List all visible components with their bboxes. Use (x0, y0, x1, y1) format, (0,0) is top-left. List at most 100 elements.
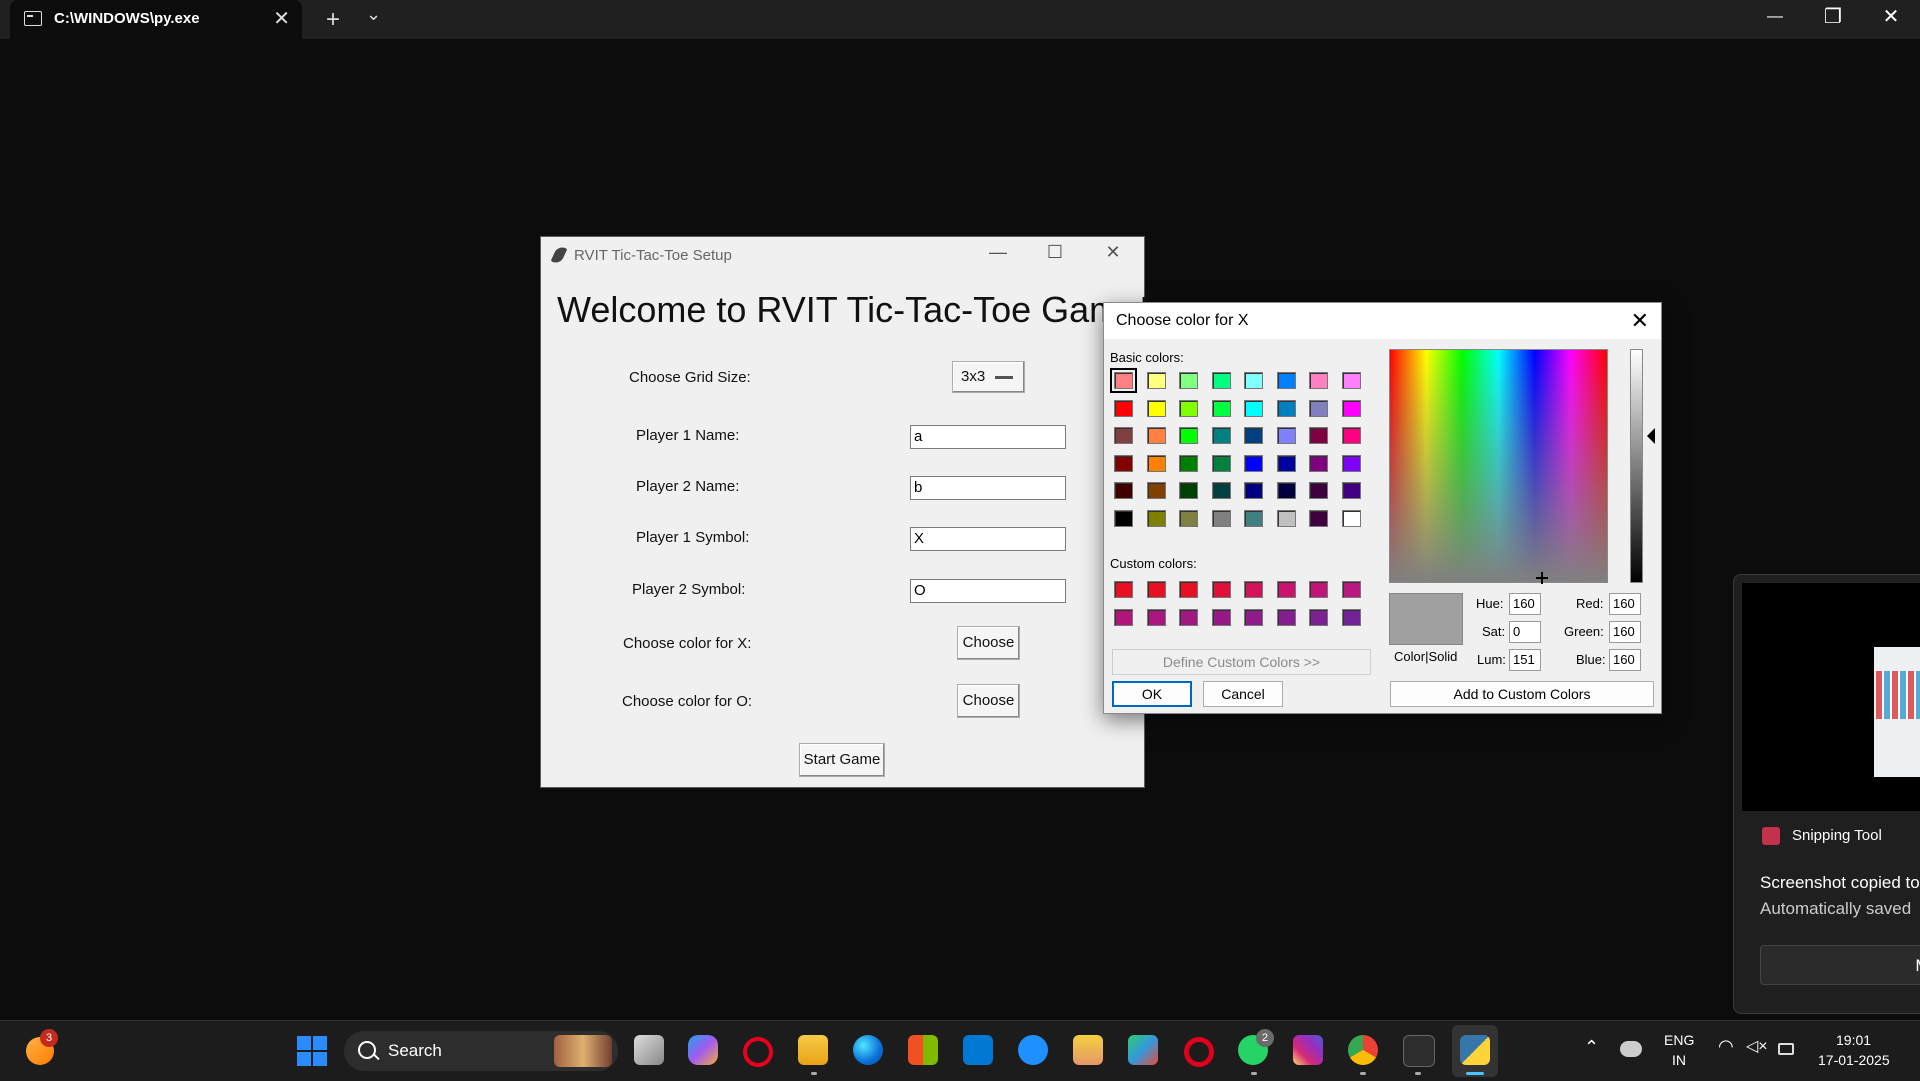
start-game-button[interactable]: Start Game (799, 743, 885, 777)
color-swatch[interactable] (1244, 482, 1263, 499)
color-swatch[interactable] (1309, 427, 1328, 444)
speaker-muted-icon[interactable]: ◁× (1746, 1036, 1768, 1056)
snipping-notification[interactable]: Snipping Tool Screenshot copied to Autom… (1733, 574, 1920, 1014)
color-swatch[interactable] (1244, 509, 1263, 527)
hp-support-icon[interactable] (963, 1035, 993, 1065)
wifi-icon[interactable]: ◠ (1718, 1036, 1734, 1057)
red-input[interactable]: 160 (1609, 593, 1641, 615)
color-swatch[interactable] (1341, 399, 1361, 417)
green-input[interactable]: 160 (1609, 621, 1641, 643)
lum-input[interactable]: 151 (1509, 649, 1541, 671)
color-swatch[interactable] (1179, 372, 1198, 389)
setup-minimize-button[interactable]: — (978, 242, 1018, 263)
color-swatch[interactable] (1276, 581, 1296, 598)
color-swatch[interactable] (1341, 581, 1361, 598)
player2-name-input[interactable]: b (910, 476, 1066, 500)
color-dialog-close-icon[interactable]: ✕ (1631, 308, 1649, 334)
color-swatch[interactable] (1211, 372, 1231, 389)
copilot-icon[interactable] (688, 1035, 718, 1065)
color-swatch[interactable] (1211, 509, 1231, 527)
color-swatch[interactable] (1309, 581, 1328, 598)
color-swatch[interactable] (1146, 454, 1166, 472)
color-swatch[interactable] (1276, 399, 1296, 417)
color-swatch[interactable] (1114, 399, 1133, 417)
color-swatch[interactable] (1276, 482, 1296, 499)
color-swatch[interactable] (1146, 399, 1166, 417)
opera-gx-icon[interactable] (743, 1037, 773, 1067)
color-swatch[interactable] (1276, 454, 1296, 472)
new-tab-button[interactable]: + (326, 6, 340, 34)
color-swatch[interactable] (1244, 454, 1263, 472)
color-swatch[interactable] (1211, 454, 1231, 472)
terminal-minimize-button[interactable]: — (1752, 8, 1798, 26)
setup-maximize-button[interactable]: ☐ (1035, 242, 1075, 263)
color-swatch[interactable] (1341, 454, 1361, 472)
color-swatch[interactable] (1244, 581, 1263, 598)
color-swatch[interactable] (1179, 482, 1198, 499)
color-swatch[interactable] (1309, 372, 1328, 389)
edge-icon[interactable] (853, 1035, 883, 1065)
color-swatch[interactable] (1211, 482, 1231, 499)
mail-icon[interactable] (1073, 1035, 1103, 1065)
language-line1[interactable]: ENG (1664, 1032, 1694, 1048)
instagram-icon[interactable] (1293, 1035, 1323, 1065)
store-icon[interactable] (908, 1035, 938, 1065)
color-swatch[interactable] (1341, 509, 1361, 527)
color-swatch[interactable] (1146, 509, 1166, 527)
color-swatch[interactable] (1146, 372, 1166, 389)
color-swatch[interactable] (1309, 509, 1328, 527)
color-swatch[interactable] (1276, 427, 1296, 444)
terminal-tab[interactable]: C:\WINDOWS\py.exe ✕ (10, 0, 302, 39)
player1-symbol-input[interactable]: X (910, 527, 1066, 551)
color-swatch[interactable] (1179, 581, 1198, 598)
terminal-app-icon[interactable] (1403, 1035, 1435, 1067)
clock-date[interactable]: 17-01-2025 (1818, 1052, 1890, 1068)
color-swatch[interactable] (1179, 608, 1198, 626)
color-swatch[interactable] (1146, 427, 1166, 444)
color-swatch[interactable] (1341, 482, 1361, 499)
color-swatch[interactable] (1146, 482, 1166, 499)
color-swatch[interactable] (1179, 509, 1198, 527)
luminosity-bar[interactable] (1630, 349, 1643, 583)
opera-icon[interactable] (1184, 1037, 1214, 1067)
color-swatch[interactable] (1179, 399, 1198, 417)
color-swatch[interactable] (1114, 608, 1133, 626)
luminosity-arrow-icon[interactable] (1647, 428, 1655, 444)
grid-size-menu[interactable]: 3x3 (952, 361, 1025, 393)
cancel-button[interactable]: Cancel (1203, 681, 1283, 707)
color-swatch[interactable] (1211, 399, 1231, 417)
define-custom-colors-button[interactable]: Define Custom Colors >> (1112, 649, 1371, 675)
color-swatch[interactable] (1309, 482, 1328, 499)
color-swatch[interactable] (1244, 399, 1263, 417)
start-icon[interactable] (297, 1036, 327, 1066)
python-icon[interactable] (1460, 1035, 1490, 1065)
color-swatch[interactable] (1114, 454, 1133, 472)
color-swatch[interactable] (1211, 427, 1231, 444)
color-swatch[interactable] (1179, 427, 1198, 444)
chrome-icon[interactable] (1348, 1035, 1378, 1065)
notification-action-button[interactable]: Ma (1760, 945, 1920, 985)
choose-color-o-button[interactable]: Choose (957, 684, 1020, 718)
color-swatch[interactable] (1114, 427, 1133, 444)
m365-icon[interactable] (1128, 1035, 1158, 1065)
language-line2[interactable]: IN (1672, 1052, 1686, 1068)
setup-close-button[interactable]: ✕ (1093, 242, 1133, 263)
battery-icon[interactable] (1778, 1043, 1794, 1055)
color-swatch[interactable] (1309, 454, 1328, 472)
color-swatch[interactable] (1276, 509, 1296, 527)
tab-close-icon[interactable]: ✕ (273, 6, 290, 31)
terminal-close-button[interactable]: ✕ (1868, 4, 1914, 29)
color-swatch[interactable] (1110, 368, 1137, 393)
color-swatch[interactable] (1276, 608, 1296, 626)
player1-name-input[interactable]: a (910, 425, 1066, 449)
onedrive-icon[interactable] (1620, 1041, 1642, 1057)
color-swatch[interactable] (1244, 427, 1263, 444)
color-swatch[interactable] (1211, 608, 1231, 626)
ok-button[interactable]: OK (1112, 681, 1192, 707)
color-swatch[interactable] (1114, 482, 1133, 499)
hue-input[interactable]: 160 (1509, 593, 1541, 615)
color-swatch[interactable] (1146, 581, 1166, 598)
color-swatch[interactable] (1341, 427, 1361, 444)
player2-symbol-input[interactable]: O (910, 579, 1066, 603)
color-swatch[interactable] (1309, 399, 1328, 417)
